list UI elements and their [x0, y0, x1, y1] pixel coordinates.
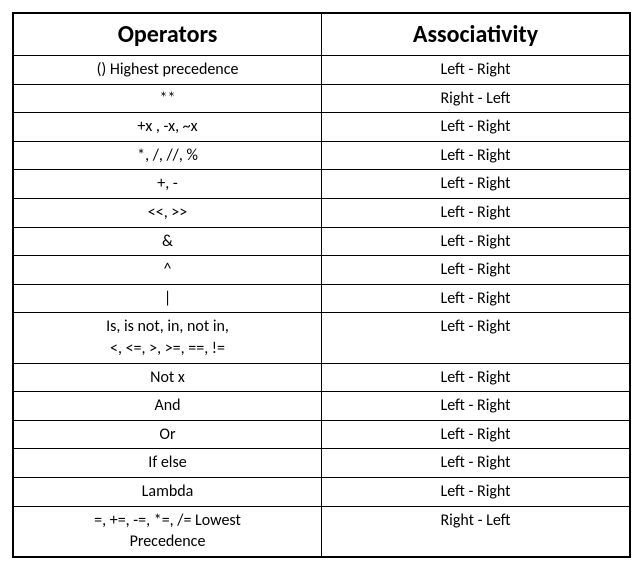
cell-operator: <<, >> — [13, 198, 322, 227]
cell-associativity: Left - Right — [322, 313, 631, 363]
cell-associativity: Right - Left — [322, 506, 631, 557]
table-row: Is, is not, in, not in, <, <=, >, >=, ==… — [13, 313, 630, 363]
table-row: And Left - Right — [13, 392, 630, 421]
cell-associativity: Left - Right — [322, 392, 631, 421]
table-row: Lambda Left - Right — [13, 477, 630, 506]
cell-operator: Not x — [13, 363, 322, 392]
cell-associativity: Left - Right — [322, 113, 631, 142]
cell-operator: ** — [13, 84, 322, 113]
cell-associativity: Left - Right — [322, 363, 631, 392]
table-row: Not x Left - Right — [13, 363, 630, 392]
cell-associativity: Left - Right — [322, 477, 631, 506]
table-body: () Highest precedence Left - Right ** Ri… — [13, 56, 630, 557]
cell-operator: Or — [13, 420, 322, 449]
cell-operator: +x , -x, ~x — [13, 113, 322, 142]
cell-operator: () Highest precedence — [13, 56, 322, 85]
cell-associativity: Left - Right — [322, 170, 631, 199]
table-row: () Highest precedence Left - Right — [13, 56, 630, 85]
cell-operator: If else — [13, 449, 322, 478]
table-row: +x , -x, ~x Left - Right — [13, 113, 630, 142]
precedence-table: Operators Associativity () Highest prece… — [12, 12, 631, 558]
table-header-row: Operators Associativity — [13, 13, 630, 56]
table-row: Or Left - Right — [13, 420, 630, 449]
table-row: *, /, //, % Left - Right — [13, 141, 630, 170]
table-row: <<, >> Left - Right — [13, 198, 630, 227]
table-row: & Left - Right — [13, 227, 630, 256]
table-row: =, +=, -=, *=, /= Lowest Precedence Righ… — [13, 506, 630, 557]
cell-operator: +, - — [13, 170, 322, 199]
cell-operator: Lambda — [13, 477, 322, 506]
cell-associativity: Left - Right — [322, 227, 631, 256]
cell-associativity: Left - Right — [322, 141, 631, 170]
table-row: If else Left - Right — [13, 449, 630, 478]
cell-operator: & — [13, 227, 322, 256]
table-row: ^ Left - Right — [13, 256, 630, 285]
cell-associativity: Left - Right — [322, 449, 631, 478]
cell-operator: *, /, //, % — [13, 141, 322, 170]
cell-operator: | — [13, 284, 322, 313]
cell-associativity: Left - Right — [322, 420, 631, 449]
table-row: | Left - Right — [13, 284, 630, 313]
cell-associativity: Left - Right — [322, 284, 631, 313]
header-associativity: Associativity — [322, 13, 631, 56]
cell-operator: =, +=, -=, *=, /= Lowest Precedence — [13, 506, 322, 557]
header-operators: Operators — [13, 13, 322, 56]
table-row: ** Right - Left — [13, 84, 630, 113]
table-row: +, - Left - Right — [13, 170, 630, 199]
cell-operator: Is, is not, in, not in, <, <=, >, >=, ==… — [13, 313, 322, 363]
cell-operator: ^ — [13, 256, 322, 285]
cell-associativity: Left - Right — [322, 56, 631, 85]
cell-associativity: Left - Right — [322, 198, 631, 227]
cell-operator: And — [13, 392, 322, 421]
cell-associativity: Right - Left — [322, 84, 631, 113]
cell-associativity: Left - Right — [322, 256, 631, 285]
